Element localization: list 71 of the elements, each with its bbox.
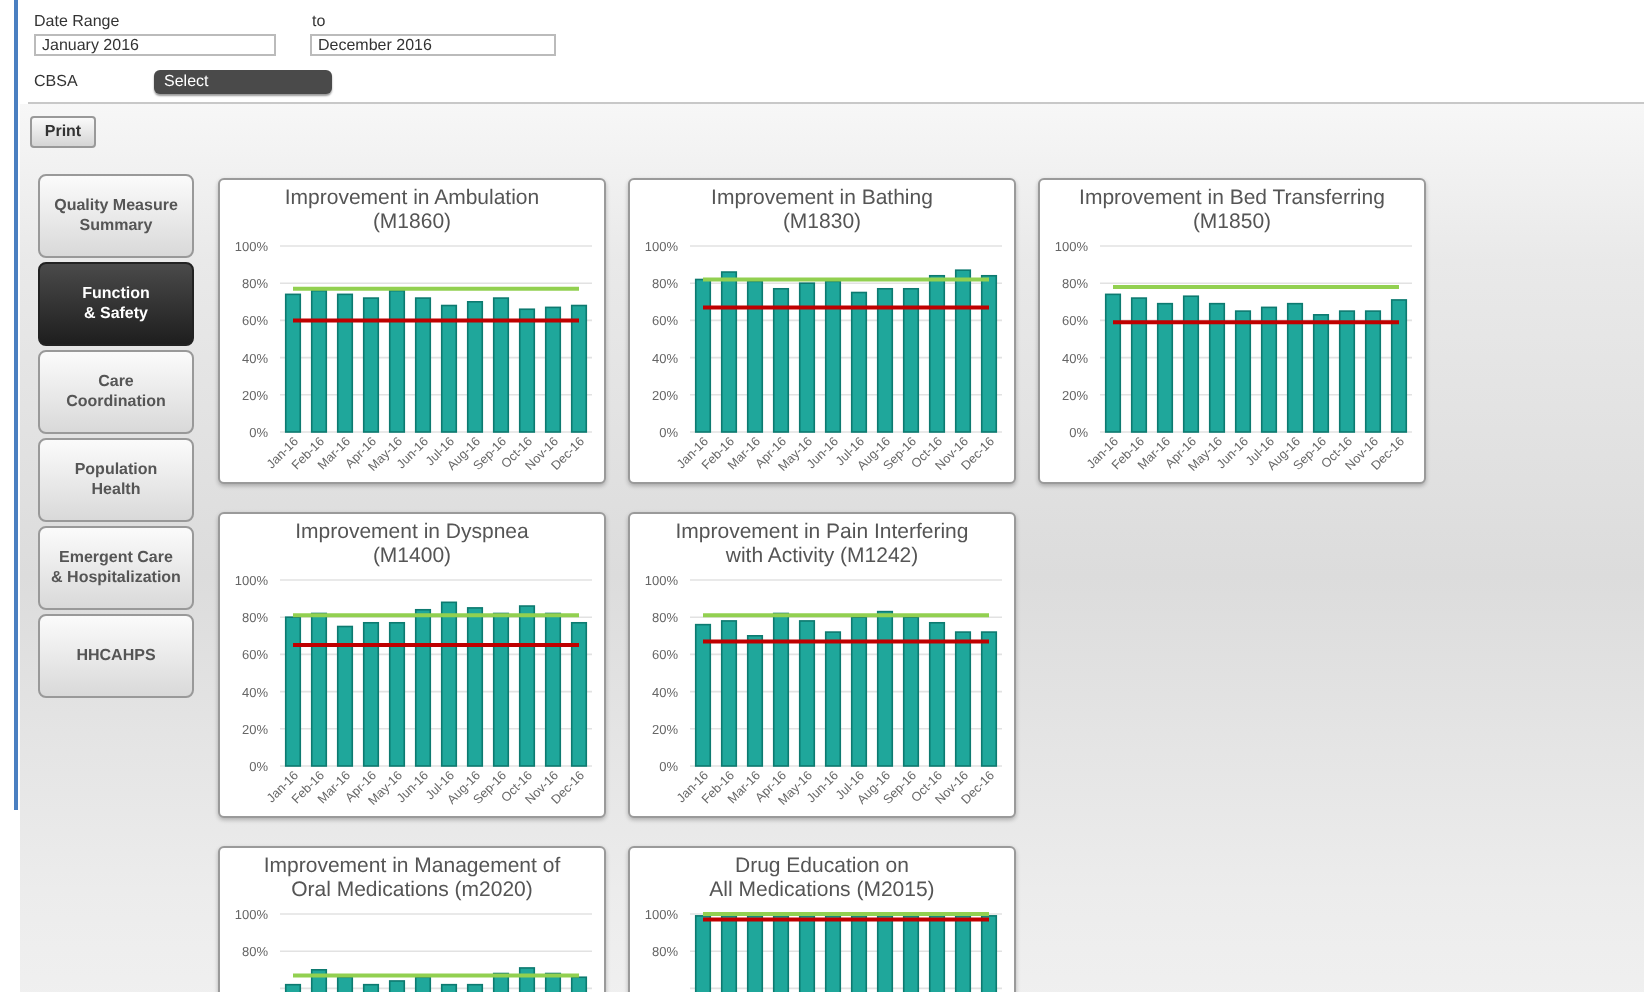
chart-title: Drug Education on All Medications (M2015) bbox=[707, 852, 937, 900]
bar bbox=[388, 289, 406, 433]
bar bbox=[980, 915, 998, 992]
bar bbox=[824, 631, 842, 767]
bar bbox=[1338, 310, 1356, 433]
chart-title: Improvement in Management of Oral Medications (m2020) bbox=[261, 852, 563, 900]
bar bbox=[362, 297, 380, 433]
bar bbox=[466, 983, 484, 992]
bar bbox=[1312, 314, 1330, 433]
bar bbox=[492, 297, 510, 433]
bar bbox=[518, 308, 536, 433]
bar bbox=[1156, 302, 1174, 433]
bar bbox=[466, 301, 484, 433]
bar bbox=[1364, 310, 1382, 433]
to-date-field[interactable]: December 2016 bbox=[310, 34, 556, 56]
bar bbox=[980, 631, 998, 767]
bar bbox=[1390, 299, 1408, 433]
bar bbox=[284, 293, 302, 433]
cbsa-label: CBSA bbox=[34, 70, 80, 94]
bar bbox=[798, 915, 816, 992]
bar bbox=[1130, 297, 1148, 433]
bar bbox=[1286, 302, 1304, 433]
bar bbox=[850, 291, 868, 433]
bar bbox=[440, 304, 458, 433]
bar bbox=[876, 915, 894, 992]
bar bbox=[954, 915, 972, 992]
bar bbox=[1104, 293, 1122, 433]
bar bbox=[570, 976, 588, 992]
to-label: to bbox=[312, 12, 326, 32]
nav-button[interactable]: HHCAHPS bbox=[38, 614, 194, 698]
cbsa-select[interactable]: Select bbox=[154, 70, 332, 94]
print-button[interactable]: Print bbox=[30, 116, 96, 148]
chart-title: Improvement in Pain Interfering with Activity (M1242) bbox=[673, 518, 971, 566]
bar bbox=[1182, 295, 1200, 433]
bar bbox=[928, 915, 946, 992]
chart-title: Improvement in Dyspnea (M1400) bbox=[293, 518, 531, 566]
bar bbox=[720, 915, 738, 992]
bar bbox=[850, 915, 868, 992]
bar bbox=[414, 297, 432, 433]
nav-button[interactable]: Function & Safety bbox=[38, 262, 194, 346]
bar bbox=[902, 915, 920, 992]
bar bbox=[388, 980, 406, 992]
bar bbox=[570, 304, 588, 433]
nav-button[interactable]: Quality Measure Summary bbox=[38, 174, 194, 258]
chart-title: Improvement in Ambulation (M1860) bbox=[282, 184, 542, 232]
bar bbox=[414, 976, 432, 992]
date-range-label: Date Range bbox=[34, 12, 122, 32]
nav-button[interactable]: Population Health bbox=[38, 438, 194, 522]
bar bbox=[746, 915, 764, 992]
bar bbox=[310, 289, 328, 433]
bar bbox=[1260, 306, 1278, 433]
chart-title: Improvement in Bed Transferring (M1850) bbox=[1077, 184, 1387, 232]
bar bbox=[954, 631, 972, 767]
bar bbox=[694, 623, 712, 767]
bar bbox=[544, 306, 562, 433]
chart-title: Improvement in Bathing (M1830) bbox=[709, 184, 935, 232]
bar bbox=[772, 915, 790, 992]
bar bbox=[1208, 302, 1226, 433]
nav-button[interactable]: Emergent Care & Hospitalization bbox=[38, 526, 194, 610]
bar bbox=[440, 983, 458, 992]
bar bbox=[746, 635, 764, 767]
nav-button[interactable]: Care Coordination bbox=[38, 350, 194, 434]
bar bbox=[694, 915, 712, 992]
bar bbox=[336, 976, 354, 992]
bar bbox=[336, 293, 354, 433]
bar bbox=[824, 915, 842, 992]
from-date-field[interactable]: January 2016 bbox=[34, 34, 276, 56]
bar bbox=[284, 983, 302, 992]
bar bbox=[362, 983, 380, 992]
bar bbox=[336, 625, 354, 767]
bar bbox=[1234, 310, 1252, 433]
